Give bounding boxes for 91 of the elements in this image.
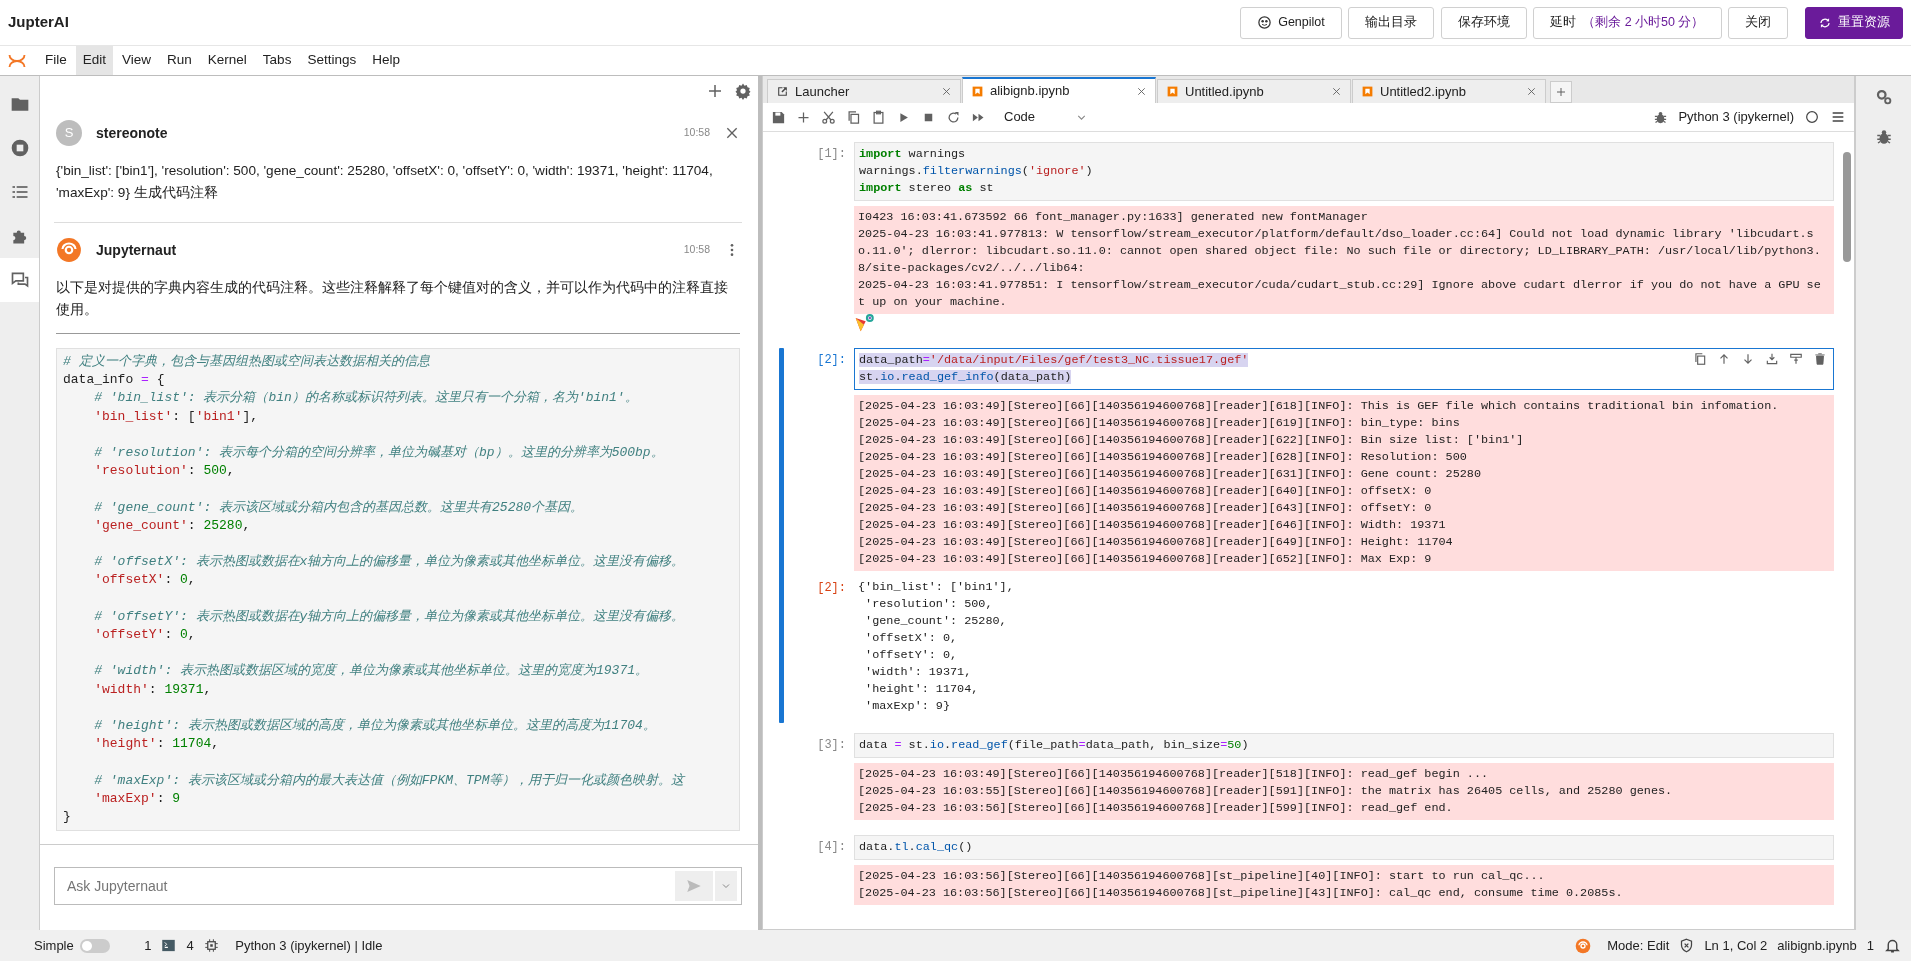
duplicate-icon[interactable] — [1693, 352, 1707, 366]
error-output: [2025-04-23 16:03:56][Stereo][66][140356194600768][st_pipeline][40][INFO]: start to run cal_qc... [2025-04-23 16:03:56][Stereo][66][140356194600768][st_pipeline][43][INFO]: cal_qc end, consume time 0.2085s. — [854, 865, 1834, 905]
notification-count: 1 — [1866, 936, 1874, 955]
output-prompt: [2]: — [816, 580, 847, 597]
bug-icon[interactable] — [1874, 128, 1893, 146]
input-prompt: [2]: — [816, 352, 847, 369]
edit-mode: Mode: Edit — [1607, 936, 1670, 955]
close-icon[interactable] — [724, 125, 740, 141]
sidebar-tab[interactable] — [0, 258, 39, 302]
settings-icon[interactable] — [734, 82, 752, 100]
menu-item[interactable]: Kernel — [200, 46, 254, 75]
assistant-icon[interactable] — [1574, 937, 1591, 954]
send-icon — [685, 877, 703, 895]
add-icon — [1555, 86, 1567, 98]
menu-item[interactable]: File — [38, 46, 74, 75]
kernel-status-icon — [1804, 109, 1820, 125]
code-cell[interactable]: import warnings warnings.filterwarnings('ignore') import stereo as st — [854, 142, 1834, 201]
message-text: 以下是对提供的字典内容生成的代码注释。这些注释解释了每个键值对的含义，并可以作为代码中的注释直接使用。 — [56, 279, 729, 319]
message-text: {'bin_list': ['bin1'], 'resolution': 500, 'gene_count': 25280, 'offsetX': 0, 'offsetY': 0, 'width': 19371, 'height': 11704, 'maxExp': 9} 生成代码注释 — [56, 162, 714, 202]
close-icon[interactable] — [941, 86, 952, 97]
error-output: [2025-04-23 16:03:49][Stereo][66][140356194600768][reader][518][INFO]: read_gef begin ... [2025-04-23 16:03:55][Stereo][66][140356194600768][reader][591][INFO]: the matrix has 26405 cells, and 25280 genes. [2025-04-23 16:03:56][Stereo][66][140356194600768][reader][599][INFO]: read_gef end. — [854, 763, 1834, 820]
toolbar-button[interactable]: 输出目录 — [1348, 6, 1435, 39]
author-name: Jupyternaut — [96, 240, 177, 260]
kernel-status: Python 3 (ipykernel) | Idle — [235, 936, 383, 955]
close-icon[interactable] — [1526, 86, 1537, 97]
code-block: # 定义一个字典，包含与基因组热图或空间表达数据相关的信息 data_info = { # 'bin_list': 表示分箱（bin）的名称或标识符列表。这里只有一个分箱，名为'bin1'。 'bin_list': ['bin1'], # 'resolution': 表示每个分箱的空间分辨率，单位为碱基对（bp）。这里的分辨率为500bp。 'resolution': 500, # 'gene_count': 表示该区域或分箱内包含的基因总数。这里共有25280个基因。 'gene_count': 25280, # 'offsetX': 表示热图或数据在x轴方向上的偏移量，单位为像素或其他坐标单位。这里没有偏移。 'offsetX': 0, # 'offsetY': 表示热图或数据在y轴方向上的偏移量，单位为像素或其他坐标单位。这里没有偏移。 'offsetY': 0, # 'width': 表示热图或数据区域的宽度，单位为像素或其他坐标单位。这里的宽度为19371。 'width': 19371, # 'height': 表示热图或数据区域的高度，单位为像素或其他坐标单位。这里的高度为11704。 'height': 11704, # 'maxExp': 表示该区域或分箱内的最大表达值（例如FPKM、TPM等），用于归一化或颜色映射。这 'maxExp': 9 } — [56, 348, 740, 832]
author-name: stereonote — [96, 123, 168, 143]
terminal-icon[interactable] — [161, 938, 177, 953]
message-time: 10:58 — [683, 125, 710, 141]
bug-icon[interactable] — [1653, 109, 1669, 125]
input-prompt: [3]: — [816, 737, 847, 754]
menu-icon[interactable] — [1830, 109, 1846, 125]
input-prompt: [4]: — [816, 839, 847, 856]
close-icon[interactable] — [1136, 85, 1147, 97]
notification-icon[interactable] — [1884, 937, 1901, 954]
notebook-tab[interactable]: Untitled2.ipynb — [1352, 79, 1546, 103]
paste-icon[interactable] — [871, 109, 886, 125]
reset-button[interactable]: 重置资源 — [1805, 6, 1903, 39]
avatar: S — [56, 120, 82, 146]
message-time: 10:58 — [683, 242, 710, 258]
scrollbar-thumb[interactable] — [1843, 152, 1851, 262]
kernel-name[interactable]: Python 3 (ipykernel) — [1678, 107, 1794, 127]
menu-item[interactable]: Settings — [300, 46, 364, 75]
chip-icon[interactable] — [203, 938, 219, 953]
menu-item[interactable]: View — [115, 46, 159, 75]
menu-item[interactable]: Tabs — [255, 46, 299, 75]
restart-icon[interactable] — [946, 109, 961, 125]
launch-icon — [776, 85, 789, 98]
cursor-position: Ln 1, Col 2 — [1704, 936, 1768, 955]
copy-icon[interactable] — [846, 109, 861, 125]
code-cell[interactable]: data = st.io.read_gef(file_path=data_path, bin_size=50) — [854, 733, 1834, 758]
toolbar-button[interactable]: Genpilot — [1240, 6, 1342, 39]
menu-item[interactable]: Help — [365, 46, 407, 75]
insert-above-icon[interactable] — [1765, 352, 1779, 366]
close-icon[interactable] — [1331, 86, 1342, 97]
toolbar-button[interactable]: 延时 （剩余 2 小时50 分） — [1533, 6, 1722, 39]
file-name: alibignb.ipynb — [1777, 936, 1857, 955]
notebook-tab[interactable]: Launcher — [767, 79, 961, 103]
insert-below-icon[interactable] — [1789, 352, 1803, 366]
add-icon[interactable] — [706, 82, 724, 100]
shield-icon[interactable] — [1679, 938, 1695, 953]
chat-icon — [9, 270, 30, 290]
kernel-count: 4 — [186, 936, 194, 955]
input-prompt: [1]: — [816, 146, 847, 163]
error-output: I0423 16:03:41.673592 66 font_manager.py:1633] generated new fontManager 2025-04-23 16:03:41.977813: W tensorflow/stream_executor/platform/default/dso_loader.cc:64] Could not load dynamic library 'libcudart.s o.11.0'; dlerror: libcudart.so.11.0: cannot open shared object file: No such file or directory; LD_LIBRARY_PATH: /usr/local/lib/python3. 8/site-packages/cv2/../../lib64: 2025-04-23 16:03:41.977851: I tensorflow/stream_executor/cuda/cudart_stub.cc:29] Ignore above cudart dlerror if you do not have a GPU se t up on your machine. — [854, 206, 1834, 314]
mode-label: Simple — [34, 936, 74, 955]
cut-icon[interactable] — [821, 109, 836, 125]
menu-item[interactable]: Edit — [75, 46, 114, 75]
notebook-icon — [971, 84, 984, 98]
notebook-icon — [1361, 85, 1374, 98]
toolbar-button[interactable]: 保存环境 — [1440, 6, 1527, 39]
result-output: {'bin_list': ['bin1'], 'resolution': 500, 'gene_count': 25280, 'offsetX': 0, 'offsetY': 0, 'width': 19371, 'height': 11704, 'maxExp': 9} — [857, 579, 1015, 715]
gears-icon[interactable] — [1874, 88, 1893, 106]
notebook-tab[interactable]: alibignb.ipynb — [962, 77, 1156, 103]
terminal-count: 1 — [144, 936, 152, 955]
notebook-tab[interactable]: Untitled.ipynb — [1157, 79, 1351, 103]
cell-type-select[interactable]: Code — [996, 107, 1095, 127]
chat-input-field[interactable]: Ask Jupyternaut — [54, 867, 742, 905]
error-output: [2025-04-23 16:03:49][Stereo][66][140356194600768][reader][618][INFO]: This is GEF file which contains traditional bin infomation. [2025-04-23 16:03:49][Stereo][66][140356194600768][reader][619][INFO]: bin_type: bins [2025-04-23 16:03:49][Stereo][66][140356194600768][reader][622][INFO]: Bin size list: ['bin1'] [2025-04-23 16:03:49][Stereo][66][140356194600768][reader][628][INFO]: Resolution: 500 [2025-04-23 16:03:49][Stereo][66][140356194600768][reader][631][INFO]: Gene count: 25280 [2025-04-23 16:03:49][Stereo][66][140356194600768][reader][640][INFO]: offsetX: 0 [2025-04-23 16:03:49][Stereo][66][140356194600768][reader][643][INFO]: offsetY: 0 [2025-04-23 16:03:49][Stereo][66][140356194600768][reader][646][INFO]: Width: 19371 [2025-04-23 16:03:49][Stereo][66][140356194600768][reader][649][INFO]: Height: 11704 [2025-04-23 16:03:49][Stereo][66][140356194600768][reader][652][INFO]: Max Exp: 9 — [854, 395, 1834, 571]
menu-item[interactable]: Run — [160, 46, 199, 75]
stop-icon — [9, 138, 30, 158]
code-cell[interactable]: data_path='/data/input/Files/gef/test3_NC.tissue17.gef' st.io.read_gef_info(data_path) — [854, 348, 1834, 390]
notebook-icon — [1166, 85, 1179, 98]
app-title: JupterAI — [8, 12, 69, 33]
widget-logo-icon — [854, 313, 874, 333]
avatar-icon — [56, 237, 82, 263]
code-cell[interactable]: data.tl.cal_qc() — [854, 835, 1834, 860]
simple-toggle[interactable] — [80, 938, 111, 953]
toolbar-button[interactable]: 关闭 — [1728, 6, 1788, 39]
delete-icon[interactable] — [1813, 352, 1827, 366]
save-icon[interactable] — [771, 109, 786, 125]
